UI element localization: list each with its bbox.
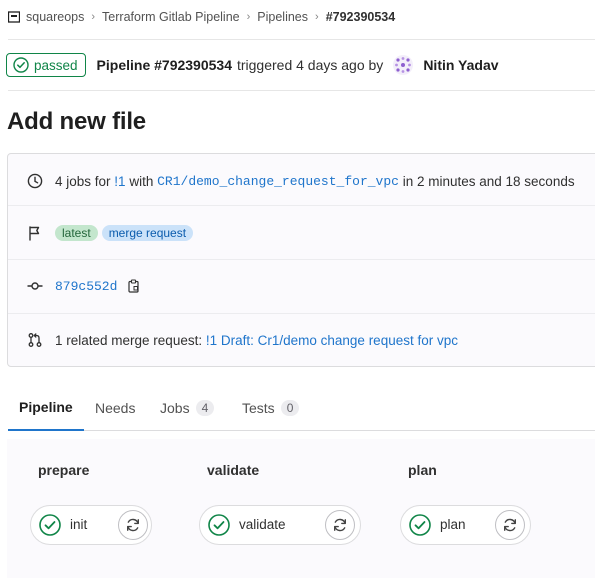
tab-pipeline[interactable]: Pipeline <box>8 385 84 431</box>
breadcrumb-item-current[interactable]: #792390534 <box>326 10 396 24</box>
retry-button[interactable] <box>325 510 355 540</box>
breadcrumb-item-group[interactable]: squareops <box>26 10 84 24</box>
stage-title: prepare <box>38 462 90 478</box>
related-mr-row: 1 related merge request: !1 Draft: Cr1/d… <box>8 331 595 349</box>
retry-button[interactable] <box>495 510 525 540</box>
duration-text: in 2 minutes and 18 seconds <box>402 173 575 189</box>
job-name: plan <box>440 517 466 532</box>
pipeline-title: Pipeline #792390534 <box>96 57 232 73</box>
tab-label: Tests <box>242 400 275 416</box>
check-circle-icon <box>208 514 230 536</box>
tag-latest: latest <box>55 225 98 241</box>
tab-needs[interactable]: Needs <box>95 385 135 431</box>
pipeline-graph: prepare validate plan init validate plan <box>7 439 595 578</box>
related-mr-link[interactable]: !1 Draft: Cr1/demo change request for vp… <box>206 333 458 348</box>
flag-icon <box>29 226 40 241</box>
job-validate[interactable]: validate <box>199 505 361 545</box>
chevron-right-icon: › <box>246 11 251 23</box>
retry-button[interactable] <box>118 510 148 540</box>
stage-title: plan <box>408 462 437 478</box>
pipeline-info-box: 4 jobs for !1 with CR1/demo_change_reque… <box>7 153 595 367</box>
job-init[interactable]: init <box>30 505 152 545</box>
tags-row: latest merge request <box>8 224 595 242</box>
chevron-right-icon: › <box>91 11 96 23</box>
triggered-text: triggered 4 days ago by <box>236 57 384 73</box>
pipeline-tabs: Pipeline Needs Jobs 4 Tests 0 <box>8 385 595 431</box>
job-plan[interactable]: plan <box>400 505 531 545</box>
related-mr-text: 1 related merge request: <box>55 332 203 348</box>
pipeline-header: passed Pipeline #792390534 triggered 4 d… <box>6 53 499 77</box>
author-name[interactable]: Nitin Yadav <box>423 57 498 73</box>
breadcrumb-item-pipelines[interactable]: Pipelines <box>257 10 308 24</box>
avatar[interactable] <box>393 55 414 75</box>
stage-title: validate <box>207 462 260 478</box>
divider <box>8 205 595 206</box>
divider <box>8 90 595 91</box>
tab-label: Jobs <box>160 400 190 416</box>
job-name: init <box>70 517 88 532</box>
check-circle-icon <box>409 514 431 536</box>
tests-count-badge: 0 <box>280 400 300 416</box>
merge-request-link[interactable]: !1 <box>114 174 125 189</box>
divider <box>8 313 595 314</box>
page-title: Add new file <box>7 108 146 135</box>
divider <box>8 39 595 40</box>
project-icon <box>8 11 20 23</box>
jobs-summary-row: 4 jobs for !1 with CR1/demo_change_reque… <box>8 172 595 190</box>
commit-sha-link[interactable]: 879c552d <box>55 279 117 294</box>
check-circle-icon <box>39 514 61 536</box>
job-name: validate <box>239 517 286 532</box>
tab-label: Needs <box>95 400 136 416</box>
retry-icon <box>504 518 516 532</box>
merge-request-icon <box>28 333 42 347</box>
status-label: passed <box>34 57 78 73</box>
breadcrumb-item-project[interactable]: Terraform Gitlab Pipeline <box>102 10 240 24</box>
check-circle-icon <box>13 57 29 73</box>
copy-icon[interactable] <box>127 279 141 293</box>
retry-icon <box>334 518 346 532</box>
jobs-count-badge: 4 <box>195 400 215 416</box>
chevron-right-icon: › <box>315 11 319 23</box>
branch-link[interactable]: CR1/demo_change_request_for_vpc <box>157 174 399 189</box>
clock-icon <box>27 173 43 189</box>
retry-icon <box>127 518 139 532</box>
commit-row: 879c552d <box>8 277 595 295</box>
status-badge[interactable]: passed <box>6 53 86 77</box>
tab-jobs[interactable]: Jobs 4 <box>160 385 215 431</box>
divider <box>8 259 595 260</box>
breadcrumb: squareops › Terraform Gitlab Pipeline › … <box>8 8 395 26</box>
with-text: with <box>129 173 154 189</box>
tag-merge-request: merge request <box>101 225 194 241</box>
commit-icon <box>27 282 43 290</box>
tab-label: Pipeline <box>19 399 73 415</box>
tab-tests[interactable]: Tests 0 <box>242 385 300 431</box>
jobs-count-text: 4 jobs for <box>55 173 111 189</box>
